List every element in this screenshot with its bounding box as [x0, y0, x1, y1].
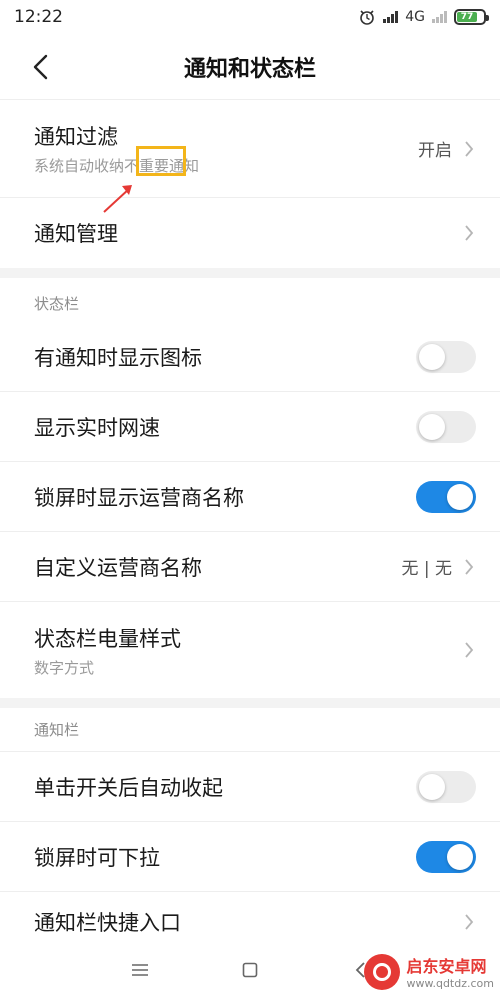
battery-style-title: 状态栏电量样式 [34, 626, 181, 651]
chevron-right-icon [462, 139, 476, 159]
watermark-logo-icon [364, 953, 401, 990]
menu-button[interactable] [125, 955, 155, 985]
back-button[interactable] [26, 52, 56, 82]
custom-carrier-name-value: 无 | 无 [401, 559, 452, 579]
battery-style-subtitle: 数字方式 [34, 658, 95, 677]
notification-management-title: 通知管理 [34, 222, 118, 246]
home-button[interactable] [235, 955, 265, 985]
notification-management-row[interactable]: 通知管理 [0, 198, 500, 268]
realtime-speed-toggle[interactable] [416, 410, 476, 443]
auto-collapse-title: 单击开关后自动收起 [34, 775, 223, 800]
watermark: 启东安卓网 www.qdtdz.com [364, 953, 494, 990]
carrier-name-lockscreen-toggle[interactable] [416, 480, 476, 513]
notification-filter-value: 开启 [418, 141, 452, 161]
custom-carrier-name-row[interactable]: 自定义运营商名称 无 | 无 [0, 532, 500, 602]
notification-filter-subtitle: 系统自动收纳不重要通知 [34, 157, 200, 175]
section-header-notify: 通知栏 [0, 708, 500, 752]
network-type: 4G [405, 9, 425, 25]
lockscreen-pulldown-title: 锁屏时可下拉 [34, 845, 160, 870]
signal-2-icon [432, 11, 447, 23]
status-time: 12:22 [14, 7, 63, 27]
annotation-arrow-icon [103, 185, 132, 213]
notification-filter-row[interactable]: 通知过滤 系统自动收纳不重要通知 开启 [0, 100, 500, 198]
auto-collapse-row[interactable]: 单击开关后自动收起 [0, 752, 500, 822]
home-square-icon [242, 962, 258, 978]
battery-style-row[interactable]: 状态栏电量样式 数字方式 [0, 602, 500, 698]
section-divider [0, 268, 500, 278]
quick-entry-title: 通知栏快捷入口 [34, 911, 181, 935]
chevron-right-icon [462, 640, 476, 660]
custom-carrier-name-title: 自定义运营商名称 [34, 555, 202, 580]
notification-filter-title: 通知过滤 [34, 125, 118, 149]
show-icon-on-notification-title: 有通知时显示图标 [34, 345, 202, 370]
page-title: 通知和状态栏 [183, 56, 316, 82]
show-icon-toggle[interactable] [416, 340, 476, 373]
battery-icon: 77 [454, 9, 489, 25]
chevron-right-icon [462, 223, 476, 243]
show-icon-on-notification-row[interactable]: 有通知时显示图标 [0, 322, 500, 392]
chevron-left-icon [33, 54, 48, 80]
chevron-right-icon [462, 912, 476, 932]
section-divider [0, 698, 500, 708]
page-header: 通知和状态栏 [0, 34, 500, 100]
lockscreen-pulldown-row[interactable]: 锁屏时可下拉 [0, 822, 500, 892]
status-icons: 4G 77 [358, 8, 489, 26]
carrier-name-lockscreen-title: 锁屏时显示运营商名称 [34, 485, 244, 510]
menu-icon [132, 964, 148, 976]
lockscreen-pulldown-toggle[interactable] [416, 840, 476, 873]
alarm-icon [360, 10, 375, 25]
battery-level: 77 [457, 12, 478, 22]
highlight-box [136, 146, 186, 176]
carrier-name-lockscreen-row[interactable]: 锁屏时显示运营商名称 [0, 462, 500, 532]
chevron-right-icon [462, 557, 476, 577]
status-bar: 12:22 4G 77 [0, 0, 500, 34]
signal-icon [383, 11, 399, 23]
watermark-name: 启东安卓网 [406, 957, 487, 976]
auto-collapse-toggle[interactable] [416, 770, 476, 803]
watermark-url: www.qdtdz.com [406, 977, 494, 990]
realtime-speed-row[interactable]: 显示实时网速 [0, 392, 500, 462]
realtime-speed-title: 显示实时网速 [34, 415, 160, 440]
